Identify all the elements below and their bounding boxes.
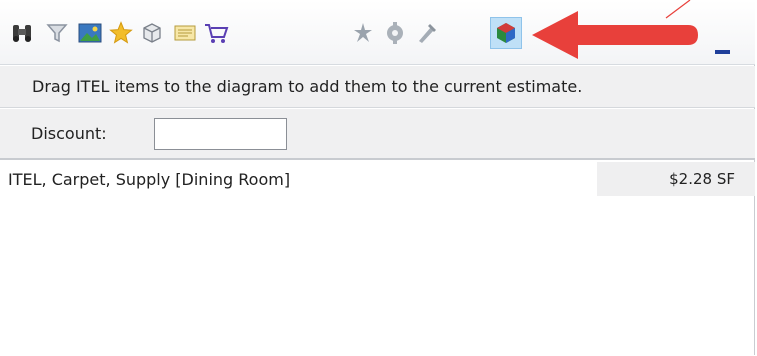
item-list: ITEL, Carpet, Supply [Dining Room] $2.28…: [0, 162, 755, 352]
tool-icon-1[interactable]: [350, 20, 376, 46]
binoculars-icon[interactable]: [9, 20, 35, 46]
document-icon[interactable]: [172, 20, 198, 46]
star-icon[interactable]: [108, 20, 134, 46]
item-price: $2.28 SF: [597, 162, 755, 196]
minimize-button[interactable]: [712, 42, 736, 56]
cart-icon[interactable]: [203, 20, 229, 46]
info-text: Drag ITEL items to the diagram to add th…: [32, 77, 583, 96]
toolbar: [0, 0, 755, 65]
annotation-line: [665, 0, 691, 19]
filter-icon[interactable]: [44, 20, 70, 46]
item-description: ITEL, Carpet, Supply [Dining Room]: [8, 170, 291, 189]
tool-icon-2[interactable]: [382, 20, 408, 46]
image-icon[interactable]: [77, 20, 103, 46]
itel-panel: Drag ITEL items to the diagram to add th…: [0, 0, 755, 355]
box-icon[interactable]: [139, 20, 165, 46]
tool-icon-3[interactable]: [414, 20, 440, 46]
info-message: Drag ITEL items to the diagram to add th…: [0, 66, 755, 108]
discount-label: Discount:: [31, 124, 107, 143]
list-item[interactable]: ITEL, Carpet, Supply [Dining Room] $2.28…: [0, 162, 755, 196]
discount-row: Discount:: [0, 109, 755, 160]
discount-input[interactable]: [154, 118, 287, 150]
